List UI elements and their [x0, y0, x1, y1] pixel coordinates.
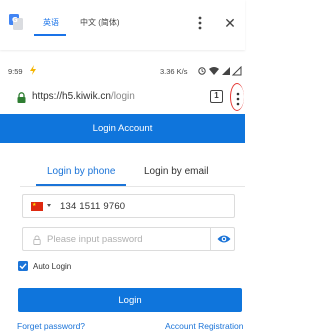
page-title: Login Account — [0, 114, 245, 143]
eye-icon[interactable] — [217, 234, 231, 244]
active-tab-indicator — [34, 34, 66, 36]
status-time: 9:59 — [8, 67, 23, 76]
url-text[interactable]: https://h5.kiwik.cn/login — [32, 91, 135, 102]
tabs-divider — [20, 186, 245, 187]
auto-login-checkbox[interactable] — [18, 261, 28, 271]
lock-icon — [33, 235, 41, 245]
url-bar[interactable]: https://h5.kiwik.cn/login 1 — [0, 80, 245, 114]
forgot-password-link[interactable]: Forget password? — [17, 321, 85, 331]
close-icon[interactable]: ✕ — [222, 14, 238, 32]
url-path: /login — [110, 91, 135, 102]
browser-menu-icon[interactable] — [236, 92, 240, 106]
phone-field[interactable]: ★ 134 1511 9760 — [22, 194, 235, 218]
lock-icon — [17, 92, 26, 103]
auto-login-label[interactable]: Auto Login — [33, 262, 71, 271]
check-icon — [19, 263, 27, 270]
more-vert-icon[interactable] — [193, 14, 207, 32]
login-button[interactable]: Login — [18, 288, 242, 312]
tab-login-by-email[interactable]: Login by email — [144, 166, 208, 177]
flash-icon — [30, 65, 36, 75]
network-speed: 3.36 K/s — [160, 67, 188, 76]
chevron-down-icon[interactable] — [47, 204, 51, 207]
china-flag-icon[interactable]: ★ — [31, 202, 43, 211]
translate-bar: G 英语 中文 (简体) ✕ — [0, 0, 245, 50]
status-bar: 9:59 3.36 K/s — [0, 62, 245, 80]
target-language-tab[interactable]: 中文 (简体) — [80, 13, 120, 33]
account-registration-link[interactable]: Account Registration — [165, 321, 243, 331]
tab-switcher-icon[interactable]: 1 — [210, 90, 223, 103]
password-input[interactable] — [47, 231, 207, 247]
google-translate-icon: G — [9, 14, 23, 30]
svg-text:G: G — [12, 16, 18, 24]
password-field[interactable] — [22, 227, 235, 251]
phone-number-value[interactable]: 134 1511 9760 — [60, 201, 125, 212]
field-divider — [210, 228, 211, 250]
url-host: https://h5.kiwik.cn — [32, 91, 111, 102]
tab-login-by-phone[interactable]: Login by phone — [47, 166, 115, 177]
status-icons — [198, 66, 242, 76]
